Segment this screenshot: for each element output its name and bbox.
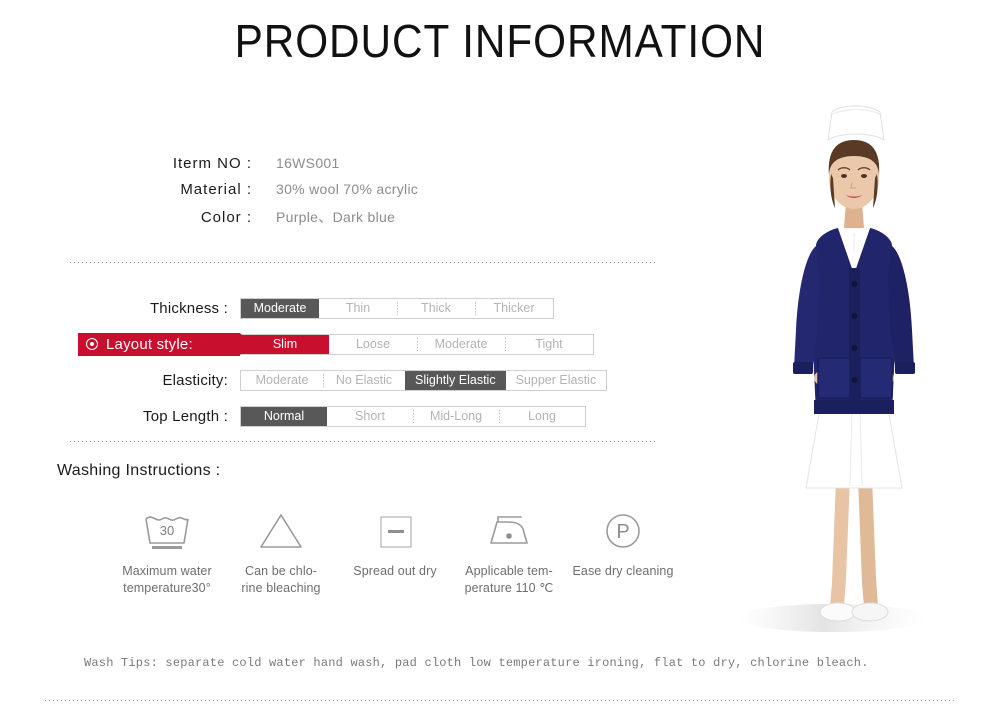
spec-label-item-no: Iterm NO :	[172, 155, 252, 172]
left-eye	[841, 174, 847, 178]
cardigan-hem	[814, 400, 894, 414]
iron-one-dot-icon	[481, 508, 537, 554]
option-thickness-thicker[interactable]: Thicker	[475, 299, 553, 318]
option-top-length-normal[interactable]: Normal	[241, 406, 327, 426]
attribute-label-top-length: Top Length :	[143, 407, 228, 425]
spec-label-material: Material :	[180, 181, 252, 198]
wash-tub-temperature-text: 30	[160, 523, 174, 538]
left-leg	[830, 478, 850, 606]
washing-caption-dry-cleaning: Ease dry cleaning	[572, 564, 674, 578]
wash-tub-30-icon: 30	[140, 508, 194, 554]
option-group-top-length[interactable]: Normal Short Mid-Long Long	[240, 405, 586, 427]
left-shoe	[819, 602, 857, 622]
washing-item-dry-cleaning: P Ease dry cleaning	[566, 508, 680, 580]
spec-value-color: Purple、Dark blue	[276, 209, 396, 225]
cardigan-button	[851, 377, 858, 383]
attribute-label-layout-style-text: Layout style:	[106, 335, 193, 353]
right-shoe	[851, 602, 889, 622]
attribute-row-layout-style: Layout style: Slim Loose Moderate Tight	[70, 326, 670, 362]
divider-middle	[70, 441, 655, 442]
washing-caption-max-temperature: Maximum water temperature30°	[122, 564, 212, 595]
left-cuff	[793, 362, 813, 374]
cardigan-button	[851, 345, 858, 351]
left-pocket	[817, 357, 851, 399]
nurse-cap	[827, 105, 885, 142]
washing-item-flat-dry: Spread out dry	[338, 508, 452, 580]
right-cuff	[895, 362, 915, 374]
option-top-length-long[interactable]: Long	[499, 407, 585, 426]
option-layout-tight[interactable]: Tight	[505, 335, 593, 354]
attribute-label-layout-style: Layout style:	[78, 332, 250, 356]
dry-clean-letter-text: P	[616, 521, 629, 543]
option-layout-moderate[interactable]: Moderate	[417, 335, 505, 354]
washing-caption-bleaching: Can be chlo- rine bleaching	[241, 564, 321, 595]
spec-value-item-no: 16WS001	[276, 155, 340, 171]
white-skirt	[805, 407, 903, 489]
option-layout-loose[interactable]: Loose	[329, 335, 417, 354]
option-thickness-thick[interactable]: Thick	[397, 299, 475, 318]
option-layout-slim[interactable]: Slim	[241, 334, 329, 354]
page-title: PRODUCT INFORMATION	[234, 15, 766, 67]
option-thickness-thin[interactable]: Thin	[319, 299, 397, 318]
washing-instructions-icon-list: 30 Maximum water temperature30° Can be c…	[110, 508, 680, 597]
attribute-row-thickness: Thickness : Moderate Thin Thick Thicker	[70, 290, 670, 326]
option-group-elasticity[interactable]: Moderate No Elastic Slightly Elastic Sup…	[240, 369, 608, 391]
right-eye	[861, 174, 867, 178]
option-elasticity-no-elastic[interactable]: No Elastic	[323, 371, 405, 390]
option-top-length-mid-long[interactable]: Mid-Long	[413, 407, 499, 426]
cardigan-button	[851, 281, 858, 287]
option-elasticity-slightly-elastic[interactable]: Slightly Elastic	[405, 370, 506, 390]
flat-dry-square-icon	[369, 508, 421, 554]
spec-value-material: 30% wool 70% acrylic	[276, 181, 419, 197]
attribute-selector-block: Thickness : Moderate Thin Thick Thicker …	[70, 290, 670, 434]
divider-bottom	[45, 700, 955, 701]
option-elasticity-moderate[interactable]: Moderate	[241, 371, 323, 390]
washing-item-ironing: Applicable tem- perature 110 ℃	[452, 508, 566, 597]
target-bullseye-icon	[86, 338, 98, 350]
attribute-row-top-length: Top Length : Normal Short Mid-Long Long	[70, 398, 670, 434]
option-elasticity-supper-elastic[interactable]: Supper Elastic	[506, 371, 607, 390]
spec-row-material: Material : 30% wool 70% acrylic	[140, 181, 570, 207]
attribute-label-thickness: Thickness :	[149, 299, 228, 317]
spec-row-color: Color : Purple、Dark blue	[140, 207, 570, 233]
option-top-length-short[interactable]: Short	[327, 407, 413, 426]
option-thickness-moderate[interactable]: Moderate	[241, 298, 319, 318]
attribute-row-elasticity: Elasticity: Moderate No Elastic Slightly…	[70, 362, 670, 398]
washing-caption-ironing: Applicable tem- perature 110 ℃	[464, 564, 554, 595]
spec-row-item-no: Iterm NO : 16WS001	[140, 155, 570, 181]
attribute-label-elasticity: Elasticity:	[162, 371, 228, 389]
option-group-layout-style[interactable]: Slim Loose Moderate Tight	[240, 333, 594, 355]
product-spec-list: Iterm NO : 16WS001 Material : 30% wool 7…	[140, 155, 570, 233]
washing-caption-flat-dry: Spread out dry	[353, 564, 437, 578]
right-leg	[858, 478, 878, 606]
washing-item-bleaching: Can be chlo- rine bleaching	[224, 508, 338, 597]
option-group-thickness[interactable]: Moderate Thin Thick Thicker	[240, 297, 554, 319]
dry-clean-p-circle-icon: P	[597, 508, 649, 554]
washing-instructions-heading: Washing Instructions :	[57, 462, 221, 479]
spec-label-color: Color :	[200, 209, 252, 226]
right-pocket	[859, 357, 893, 399]
washing-item-max-temperature: 30 Maximum water temperature30°	[110, 508, 224, 597]
divider-top	[70, 262, 655, 263]
wash-tips-text: Wash Tips: separate cold water hand wash…	[84, 656, 869, 670]
product-model-photo	[732, 78, 982, 648]
cardigan-button	[851, 313, 858, 319]
bleach-triangle-icon	[255, 508, 307, 554]
